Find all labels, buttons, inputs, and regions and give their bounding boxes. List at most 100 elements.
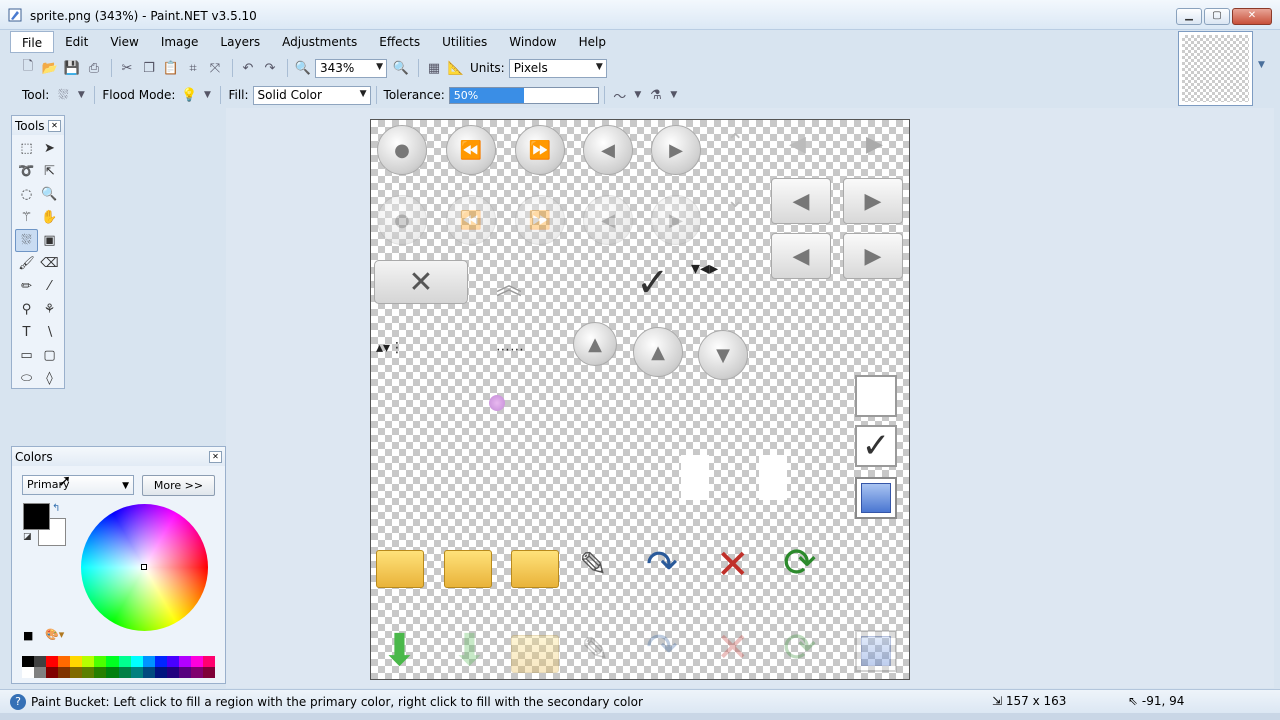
zoom-in-icon[interactable]: 🔍 [391, 58, 411, 78]
text-icon[interactable]: T [15, 321, 38, 344]
move-selected-icon[interactable]: ⇱ [38, 160, 61, 183]
chevron-down-icon[interactable]: ▼ [201, 85, 213, 105]
zoom-out-icon[interactable]: 🔍 [293, 58, 313, 78]
menu-image[interactable]: Image [150, 31, 210, 53]
reset-colors-icon[interactable]: ◪ [23, 532, 32, 542]
menu-view[interactable]: View [99, 31, 149, 53]
palette-swatch[interactable] [34, 656, 47, 667]
palette-swatch[interactable] [142, 656, 155, 667]
add-to-palette-icon[interactable]: ■ [23, 629, 33, 642]
gradient-icon[interactable]: ▣ [38, 229, 61, 252]
palette-swatch[interactable] [94, 667, 107, 678]
palette-swatch[interactable] [202, 656, 215, 667]
line-curve-icon[interactable]: ∖ [38, 321, 61, 344]
palette-swatch[interactable] [118, 656, 131, 667]
palette-swatch[interactable] [130, 656, 143, 667]
paint-bucket-icon[interactable]: ⛆ [53, 85, 73, 105]
tools-panel-header[interactable]: Tools ✕ [12, 116, 64, 135]
rectangle-icon[interactable]: ▭ [15, 344, 38, 367]
print-icon[interactable]: ⎙ [84, 58, 104, 78]
fill-combo[interactable]: Solid Color ▼ [252, 85, 371, 105]
palette-swatch[interactable] [22, 667, 35, 678]
palette-swatch[interactable] [130, 667, 143, 678]
maximize-button[interactable]: ▢ [1204, 8, 1230, 25]
color-picker-icon[interactable]: ⁄ [38, 275, 61, 298]
eraser-icon[interactable]: ⌫ [38, 252, 61, 275]
palette-swatch[interactable] [166, 667, 179, 678]
palette-menu-icon[interactable]: 🎨▾ [45, 628, 64, 641]
ellipse-select-icon[interactable]: ◌ [15, 183, 38, 206]
close-icon[interactable]: ✕ [209, 450, 222, 463]
close-icon[interactable]: ✕ [48, 119, 61, 132]
palette-swatch[interactable] [190, 667, 203, 678]
palette-swatch[interactable] [142, 667, 155, 678]
palette-swatch[interactable] [58, 656, 71, 667]
menu-help[interactable]: Help [568, 31, 617, 53]
flood-mode-icon[interactable]: 💡 [179, 85, 199, 105]
minimize-button[interactable]: ▁ [1176, 8, 1202, 25]
blend-mode-icon[interactable]: ⚗ [646, 85, 666, 105]
palette-swatch[interactable] [154, 667, 167, 678]
palette-swatch[interactable] [70, 667, 83, 678]
move-selection-icon[interactable]: ➤ [38, 137, 61, 160]
save-icon[interactable]: 💾 [62, 58, 82, 78]
crop-icon[interactable]: ⌗ [183, 58, 203, 78]
freeform-shape-icon[interactable]: ◊ [38, 367, 61, 390]
palette-swatch[interactable] [106, 667, 119, 678]
clone-stamp-icon[interactable]: ⚲ [15, 298, 38, 321]
menu-effects[interactable]: Effects [368, 31, 431, 53]
palette-swatch[interactable] [34, 667, 47, 678]
palette-swatch[interactable] [46, 667, 59, 678]
zoom-icon[interactable]: 🔍 [38, 183, 61, 206]
colors-panel-header[interactable]: Colors ✕ [12, 447, 225, 466]
image-canvas[interactable]: ● ⏪ ⏩ ◀ ▶ ⌃ ◀ ▶ ● ⏪ ⏩ ◀ ▶ ⌄ ◀ ▶ ✕ ︽ ✓ ▾◂… [370, 119, 910, 680]
palette-swatch[interactable] [58, 667, 71, 678]
chevron-down-icon[interactable]: ▼ [668, 85, 680, 105]
ellipse-icon[interactable]: ⬭ [15, 367, 38, 390]
open-file-icon[interactable]: 📂 [40, 58, 60, 78]
magic-wand-icon[interactable]: ⚚ [15, 206, 38, 229]
palette-swatch[interactable] [118, 667, 131, 678]
lasso-select-icon[interactable]: ➰ [15, 160, 38, 183]
rounded-rectangle-icon[interactable]: ▢ [38, 344, 61, 367]
close-button[interactable]: ✕ [1232, 8, 1272, 25]
palette-swatch[interactable] [46, 656, 59, 667]
more-button[interactable]: More >> [142, 475, 215, 496]
grid-icon[interactable]: ▦ [424, 58, 444, 78]
menu-file[interactable]: File [10, 31, 55, 53]
paintnet-app-icon[interactable] [8, 8, 22, 22]
pencil-icon[interactable]: ✏ [15, 275, 38, 298]
primary-color-swatch[interactable] [23, 503, 50, 530]
undo-icon[interactable]: ↶ [238, 58, 258, 78]
antialiasing-icon[interactable]: 〜 [610, 85, 630, 105]
primary-secondary-selector[interactable]: Primary ▼ [22, 475, 134, 495]
palette-swatch[interactable] [22, 656, 35, 667]
rectangle-select-icon[interactable]: ⬚ [15, 137, 38, 160]
palette-swatch[interactable] [190, 656, 203, 667]
paste-icon[interactable]: 📋 [161, 58, 181, 78]
recolor-icon[interactable]: ⚘ [38, 298, 61, 321]
menu-adjustments[interactable]: Adjustments [271, 31, 368, 53]
palette-swatch[interactable] [94, 656, 107, 667]
copy-icon[interactable]: ❐ [139, 58, 159, 78]
deselect-icon[interactable]: ⤧ [205, 58, 225, 78]
menu-utilities[interactable]: Utilities [431, 31, 498, 53]
palette-swatch[interactable] [154, 656, 167, 667]
palette-swatch[interactable] [82, 656, 95, 667]
pan-icon[interactable]: ✋ [38, 206, 61, 229]
zoom-combo[interactable]: 343% ▼ [315, 58, 387, 78]
palette-swatch[interactable] [166, 656, 179, 667]
cut-icon[interactable]: ✂ [117, 58, 137, 78]
menu-layers[interactable]: Layers [209, 31, 271, 53]
paintbrush-icon[interactable]: 🖌 [15, 252, 38, 275]
redo-icon[interactable]: ↷ [260, 58, 280, 78]
scroll-down-icon[interactable]: ▼ [1258, 60, 1270, 76]
palette-swatch[interactable] [70, 656, 83, 667]
paint-bucket-icon[interactable]: ⛆ [15, 229, 38, 252]
menu-edit[interactable]: Edit [54, 31, 99, 53]
menu-window[interactable]: Window [498, 31, 567, 53]
tolerance-slider[interactable]: 50% [448, 86, 599, 104]
color-wheel-marker[interactable] [141, 564, 147, 570]
swap-colors-icon[interactable]: ↰ [52, 503, 60, 514]
chevron-down-icon[interactable]: ▼ [75, 85, 87, 105]
